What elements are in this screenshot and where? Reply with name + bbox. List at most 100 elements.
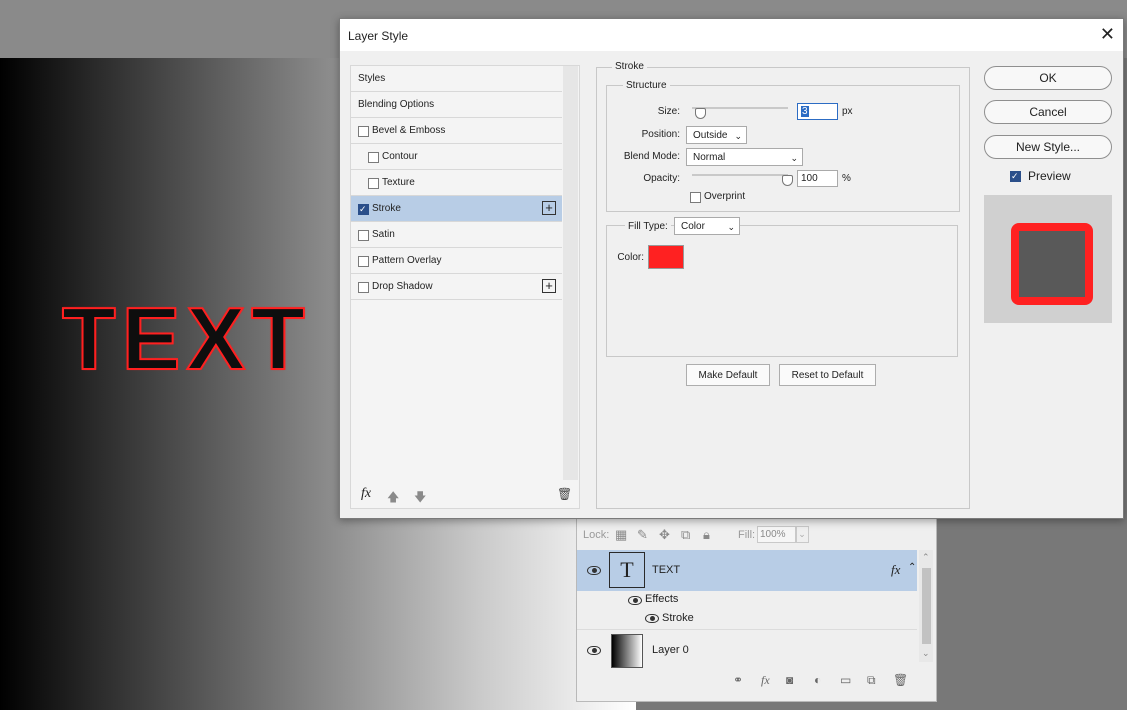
scroll-down-icon[interactable]: ⌄ [922, 648, 930, 659]
checkbox[interactable] [358, 256, 369, 267]
styles-list: Styles Blending Options Bevel & Emboss C… [350, 65, 580, 509]
visibility-eye-icon[interactable] [587, 566, 601, 575]
new-style-button[interactable]: New Style... [984, 135, 1112, 159]
position-value: Outside [693, 130, 728, 141]
styles-item-label: Styles [358, 73, 386, 84]
mask-icon[interactable]: ◙ [786, 673, 793, 687]
styles-item-blending-options[interactable]: Blending Options [351, 92, 562, 118]
styles-item-contour[interactable]: Contour [351, 144, 562, 170]
checkbox[interactable] [368, 178, 379, 189]
fx-menu-icon[interactable]: fx [361, 486, 371, 502]
styles-item-bevel-emboss[interactable]: Bevel & Emboss [351, 118, 562, 144]
layer-row-layer0[interactable]: Layer 0 [577, 629, 917, 670]
styles-item-label: Texture [382, 177, 415, 188]
styles-item-satin[interactable]: Satin [351, 222, 562, 248]
layer-effects-row[interactable]: Effects [577, 591, 917, 610]
trash-icon[interactable]: 🗑︎ [893, 673, 908, 687]
checkbox[interactable] [358, 282, 369, 293]
blend-mode-value: Normal [693, 152, 726, 163]
styles-scrollbar[interactable] [563, 66, 578, 480]
chevron-up-icon[interactable]: ⌃ [908, 562, 916, 573]
size-unit: px [842, 106, 853, 117]
styles-item-drop-shadow[interactable]: Drop Shadow + [351, 274, 562, 300]
checkbox[interactable] [358, 230, 369, 241]
opacity-input[interactable]: 100 [797, 170, 838, 187]
overprint-checkbox[interactable] [690, 192, 701, 203]
lock-all-icon[interactable]: 🔒︎ [703, 527, 710, 543]
fill-input[interactable]: 100% [757, 526, 797, 543]
checkbox[interactable] [358, 126, 369, 137]
opacity-slider[interactable] [692, 174, 788, 176]
cancel-button[interactable]: Cancel [984, 100, 1112, 124]
folder-icon[interactable]: ▭ [840, 673, 851, 687]
move-up-icon[interactable]: 🡅 [387, 488, 399, 509]
layer-style-dialog: Layer Style ✕ Styles Blending Options Be… [339, 18, 1124, 519]
layer-effect-stroke-row[interactable]: Stroke [577, 610, 917, 628]
dialog-titlebar: Layer Style ✕ [340, 19, 1123, 51]
styles-item-pattern-overlay[interactable]: Pattern Overlay [351, 248, 562, 274]
layer-name: TEXT [652, 564, 681, 576]
chevron-down-icon: ⌄ [790, 153, 798, 163]
lock-label: Lock: [583, 529, 610, 541]
stroke-color-swatch[interactable] [648, 245, 684, 269]
checkbox-checked[interactable] [358, 201, 369, 217]
checkbox[interactable] [368, 152, 379, 163]
preview-label: Preview [1028, 169, 1071, 183]
layer-thumbnail [611, 634, 643, 668]
type-layer-thumbnail-icon: T [609, 552, 645, 588]
new-layer-icon[interactable]: ⧉ [867, 673, 876, 688]
fill-type-select[interactable]: Color ⌄ [674, 217, 740, 235]
trash-icon[interactable]: 🗑︎ [557, 487, 572, 501]
visibility-eye-icon[interactable] [628, 596, 642, 605]
styles-item-label: Satin [372, 229, 395, 240]
position-select[interactable]: Outside ⌄ [686, 126, 747, 144]
styles-item-label: Pattern Overlay [372, 255, 442, 266]
size-label: Size: [657, 106, 680, 117]
fx-icon[interactable]: fx [891, 562, 900, 578]
styles-item-styles[interactable]: Styles [351, 66, 562, 92]
blend-mode-select[interactable]: Normal ⌄ [686, 148, 803, 166]
scrollbar-thumb[interactable] [922, 568, 931, 644]
position-label: Position: [641, 129, 680, 140]
chevron-down-icon: ⌄ [734, 131, 742, 141]
adjustment-icon[interactable]: ◐ [814, 673, 821, 687]
styles-item-stroke[interactable]: Stroke + [351, 196, 562, 222]
lock-position-icon[interactable]: ✥ [659, 527, 670, 543]
layers-bottom-toolbar: ⚭ fx ◙ ◐ ▭ ⧉ 🗑︎ [577, 669, 936, 691]
lock-transparent-icon[interactable]: ▦ [615, 527, 627, 543]
opacity-unit: % [842, 173, 851, 184]
styles-item-label: Drop Shadow [372, 281, 433, 292]
visibility-eye-icon[interactable] [587, 646, 601, 655]
layer-name: Layer 0 [652, 644, 689, 656]
styles-item-label: Blending Options [358, 99, 435, 110]
size-slider[interactable] [692, 107, 788, 109]
opacity-slider-thumb[interactable] [782, 175, 793, 186]
reset-to-default-button[interactable]: Reset to Default [779, 364, 876, 386]
size-input[interactable]: 3 [797, 103, 838, 120]
fill-dropdown-icon[interactable]: ⌄ [795, 526, 809, 543]
make-default-button[interactable]: Make Default [686, 364, 770, 386]
link-icon[interactable]: ⚭ [733, 673, 743, 687]
preview-checkbox[interactable] [1010, 168, 1021, 184]
size-slider-thumb[interactable] [695, 108, 706, 119]
visibility-eye-icon[interactable] [645, 614, 659, 623]
close-icon[interactable]: ✕ [1100, 24, 1115, 44]
dialog-title: Layer Style [348, 29, 409, 43]
layers-scrollbar[interactable]: ⌃ ⌄ [919, 550, 933, 662]
fill-label: Fill: [738, 529, 756, 541]
scroll-up-icon[interactable]: ⌃ [922, 552, 930, 563]
ok-button[interactable]: OK [984, 66, 1112, 90]
layers-panel: Lock: ▦ ✎ ✥ ⧉ 🔒︎ Fill: 100% ⌄ T TEXT fx … [576, 516, 937, 702]
add-style-fx-icon[interactable]: fx [761, 673, 770, 688]
chevron-down-icon: ⌄ [727, 222, 735, 232]
move-down-icon[interactable]: 🡇 [414, 488, 426, 509]
overprint-label: Overprint [704, 191, 746, 202]
lock-artboard-icon[interactable]: ⧉ [681, 527, 690, 543]
styles-item-label: Bevel & Emboss [372, 125, 446, 136]
lock-image-icon[interactable]: ✎ [637, 527, 648, 543]
styles-item-texture[interactable]: Texture [351, 170, 562, 196]
add-effect-plus-icon[interactable]: + [542, 279, 556, 293]
stroke-effect-label: Stroke [662, 612, 694, 624]
layer-row-text[interactable]: T TEXT fx ⌃ [577, 550, 917, 591]
add-effect-plus-icon[interactable]: + [542, 201, 556, 215]
